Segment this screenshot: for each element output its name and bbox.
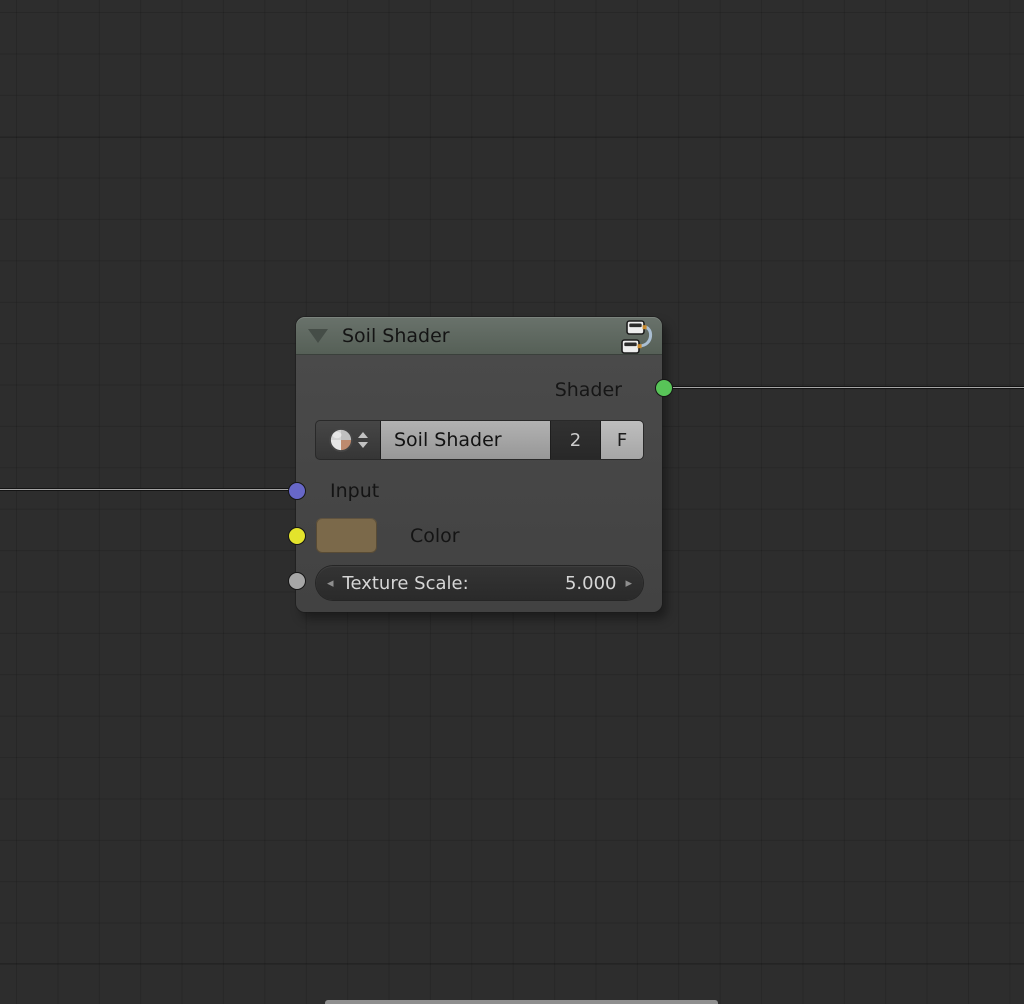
datablock-name-field[interactable]: [381, 421, 550, 459]
link-wire-shader[interactable]: [662, 386, 1024, 389]
slider-increase-arrow[interactable]: ▸: [625, 577, 632, 590]
input-socket-input[interactable]: [288, 482, 306, 500]
node-title: Soil Shader: [342, 324, 450, 347]
datablock-browse-button[interactable]: [316, 421, 380, 459]
up-down-arrows-icon: [358, 432, 368, 448]
slider-label: Texture Scale:: [342, 572, 469, 594]
slider-value: 5.000: [564, 572, 617, 594]
output-socket-shader[interactable]: [655, 379, 673, 397]
input-label-color: Color: [410, 525, 460, 547]
input-socket-texture-scale[interactable]: [288, 572, 306, 590]
grid-major-line: [0, 137, 1024, 138]
node-header[interactable]: Soil Shader: [296, 317, 662, 355]
texture-scale-slider[interactable]: ◂ Texture Scale: 5.000 ▸: [316, 566, 643, 600]
datablock-selector: 2 F: [316, 421, 643, 459]
node-group-icon: [621, 320, 652, 354]
input-label-input: Input: [330, 480, 380, 502]
slider-decrease-arrow[interactable]: ◂: [327, 577, 334, 590]
datablock-name-segment: [381, 421, 550, 459]
grid-major-line: [0, 963, 1024, 964]
node-editor-canvas[interactable]: Soil Shader Shader Soil Shader 2 F Input…: [0, 0, 1024, 1004]
link-wire-input[interactable]: [0, 488, 292, 491]
color-swatch[interactable]: [316, 518, 377, 553]
collapse-triangle-icon[interactable]: [308, 328, 328, 343]
material-sphere-icon: [329, 428, 353, 452]
node-soil-shader[interactable]: Soil Shader Shader Soil Shader 2 F Input…: [288, 317, 673, 612]
users-count-button[interactable]: 2: [551, 421, 600, 459]
fake-user-button[interactable]: F: [601, 421, 643, 459]
input-socket-color[interactable]: [288, 527, 306, 545]
output-label-shader: Shader: [554, 379, 622, 401]
partial-node-top-edge[interactable]: [325, 1000, 718, 1004]
